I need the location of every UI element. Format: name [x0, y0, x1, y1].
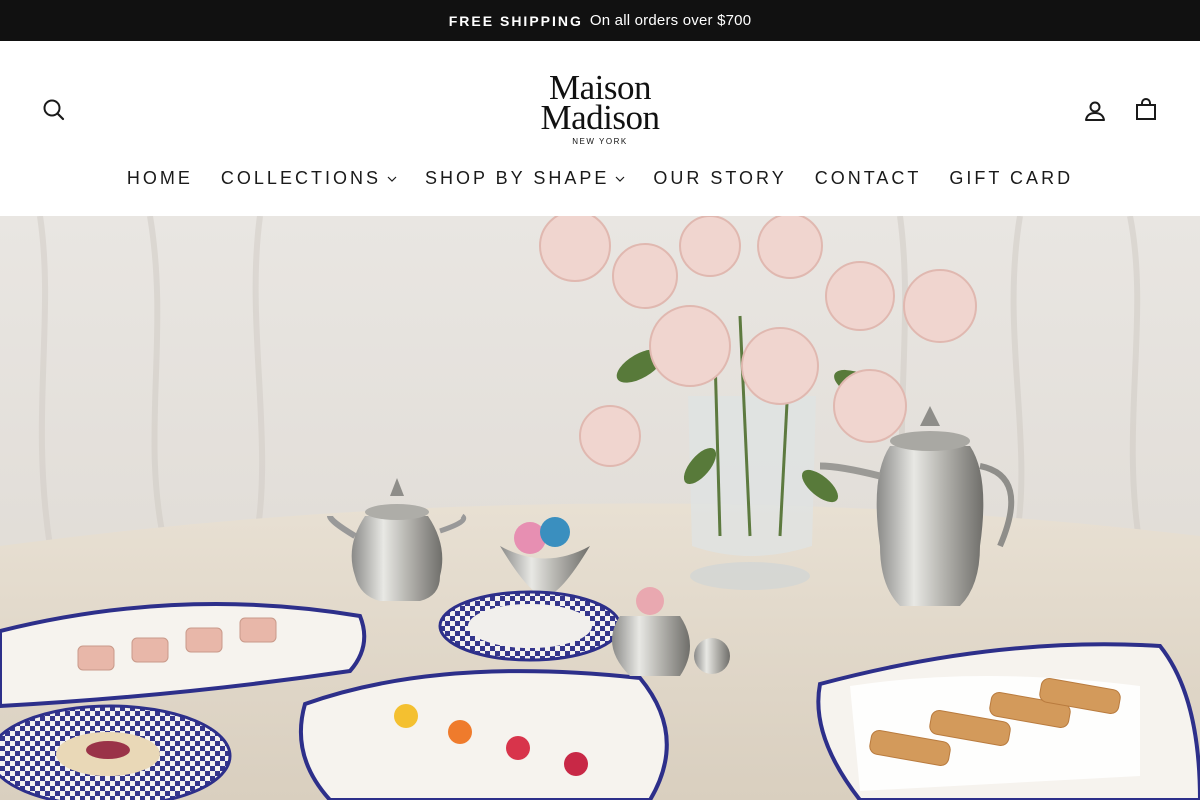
search-icon — [43, 99, 65, 121]
nav-home-label: HOME — [126, 167, 193, 188]
hero-image[interactable] — [0, 216, 1200, 800]
shopping-bag-icon — [1136, 98, 1156, 120]
chevron-down-icon — [615, 176, 625, 182]
chevron-down-icon — [387, 176, 397, 182]
announcement-text: On all orders over $700 — [589, 12, 752, 29]
announcement-bar: FREE SHIPPING On all orders over $700 — [0, 0, 1200, 41]
cart-button[interactable] — [1131, 95, 1161, 125]
user-icon — [1085, 101, 1105, 121]
nav-our-story-label: OUR STORY — [653, 167, 787, 188]
nav-collections[interactable]: COLLECTIONS — [221, 168, 397, 189]
hero-tablescape-illustration — [0, 216, 1200, 800]
search-button[interactable] — [39, 95, 69, 125]
site-header: Maison Madison NEW YORK HOME COLLECTIONS… — [0, 41, 1200, 216]
nav-shop-by-shape-label: SHOP BY SHAPE — [424, 167, 610, 188]
nav-collections-label: COLLECTIONS — [220, 167, 381, 188]
main-navigation: HOME COLLECTIONS SHOP BY SHAPE OUR STORY… — [0, 164, 1200, 192]
account-button[interactable] — [1080, 96, 1110, 126]
logo-line-3: NEW YORK — [572, 137, 628, 146]
nav-shop-by-shape[interactable]: SHOP BY SHAPE — [425, 168, 625, 189]
nav-gift-card[interactable]: GIFT CARD — [949, 168, 1073, 189]
brand-logo[interactable]: Maison Madison NEW YORK — [520, 70, 680, 148]
nav-our-story[interactable]: OUR STORY — [653, 168, 786, 189]
nav-contact[interactable]: CONTACT — [815, 168, 922, 189]
announcement-highlight: FREE SHIPPING — [448, 12, 583, 29]
logo-line-2: Madison — [540, 98, 661, 137]
nav-home[interactable]: HOME — [127, 168, 193, 189]
nav-gift-card-label: GIFT CARD — [949, 167, 1074, 188]
nav-contact-label: CONTACT — [814, 167, 922, 188]
